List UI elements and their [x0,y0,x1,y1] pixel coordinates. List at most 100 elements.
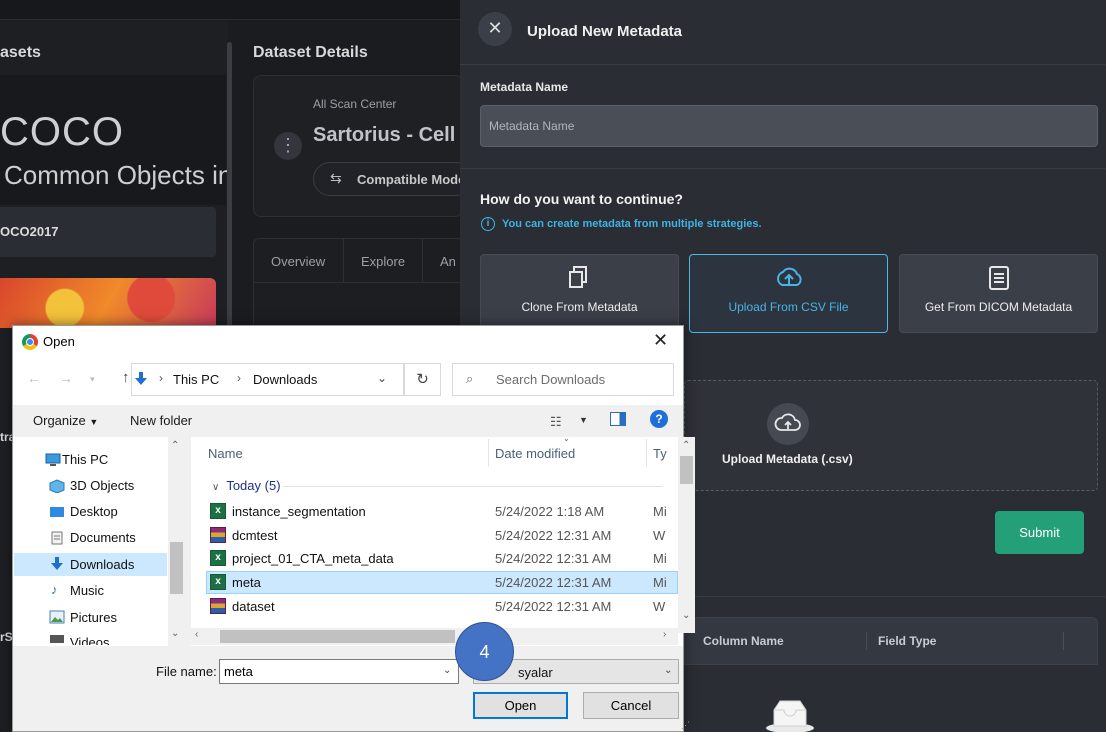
file-type-value: syalar [518,665,553,680]
cloud-upload-icon [777,267,802,286]
column-header: Field Type [878,634,937,648]
file-date: 5/24/2022 12:31 AM [495,599,612,614]
tree-item-pictures[interactable]: Pictures [70,610,117,625]
organize-button[interactable]: Organize ▼ [33,413,98,428]
scroll-down-icon[interactable]: ⌄ [682,610,690,621]
file-date: 5/24/2022 12:31 AM [495,551,612,566]
refresh-icon[interactable]: ↻ [404,363,441,396]
downloads-icon [51,557,63,570]
music-icon: ♪ [51,582,58,597]
document-icon [989,266,1009,290]
file-date: 5/24/2022 12:31 AM [495,528,612,543]
tab-divider [422,238,423,283]
file-name: project_01_CTA_meta_data [232,551,394,566]
dialog-title: Open [43,334,75,349]
copy-icon [569,266,587,288]
scroll-up-icon[interactable]: ⌃ [171,440,179,451]
group-divider [283,486,663,487]
chevron-down-icon: ▼ [89,417,99,427]
excel-icon: x [210,503,226,519]
file-type: W [653,599,666,614]
chevron-down-icon[interactable]: ⌄ [377,371,387,385]
scan-center-label: All Scan Center [313,97,397,111]
column-divider [646,439,647,467]
preview-pane-icon[interactable] [610,412,626,426]
app-top-bar [0,0,460,20]
winrar-icon [210,527,226,543]
help-icon[interactable]: ? [650,410,668,428]
open-file-dialog: Open ✕ ← → ▾ ↑ › This PC › Downloads ⌄ ↻… [12,325,695,732]
tree-item-downloads[interactable]: Downloads [70,557,134,572]
compatible-mode-label: Compatible Mode [357,172,466,187]
scroll-down-icon[interactable]: ⌄ [171,628,179,639]
hero-subtitle: Common Objects in [4,160,233,190]
tree-item-music[interactable]: Music [70,583,104,598]
tab-explore[interactable]: Explore [361,254,405,269]
file-type: W [653,528,666,543]
tree-scroll-thumb[interactable] [170,542,183,594]
tree-item-videos[interactable]: Videos [70,635,110,645]
scroll-up-icon[interactable]: ⌃ [682,440,690,451]
panel-title: Upload New Metadata [527,23,683,40]
open-button[interactable]: Open [473,692,568,719]
dataset-thumbnail[interactable] [0,278,216,328]
column-header-name[interactable]: Name [208,446,243,461]
chevron-down-icon[interactable]: ▼ [579,415,588,425]
info-text: You can create metadata from multiple st… [502,218,762,230]
up-folder-icon[interactable]: ↑ [122,369,130,386]
file-name: instance_segmentation [232,504,366,519]
forward-icon[interactable]: → [59,370,73,386]
tree-item-this-pc[interactable]: This PC [62,452,108,467]
videos-icon [50,635,64,643]
metadata-name-label: Metadata Name [480,80,569,94]
tab-annotations[interactable]: An [440,254,456,269]
info-icon: i [481,217,495,231]
tree-item-desktop[interactable]: Desktop [70,504,118,519]
cancel-button[interactable]: Cancel [583,692,679,719]
close-icon[interactable]: ✕ [478,12,512,46]
empty-inbox-icon [766,700,814,732]
file-type: Mi [653,504,667,519]
continue-heading: How do you want to continue? [480,191,683,207]
datasets-scrollbar[interactable] [227,42,232,342]
file-type: Mi [653,551,667,566]
chevron-down-icon[interactable]: ⌄ [443,665,451,676]
back-icon[interactable]: ← [27,370,41,386]
file-name-input[interactable] [219,659,459,684]
breadcrumb-separator-icon: › [237,371,241,385]
scroll-right-icon[interactable]: › [663,629,666,640]
details-title: Dataset Details [253,44,368,61]
strategy-label: Clone From Metadata [521,300,638,314]
vscroll-thumb[interactable] [680,456,693,484]
file-name: dcmtest [232,528,278,543]
strategy-label: Upload From CSV File [728,300,849,314]
recent-locations-icon[interactable]: ▾ [90,374,95,385]
csv-drop-zone[interactable] [684,380,1098,491]
hscroll-thumb[interactable] [220,630,455,643]
organize-label: Organize [33,413,86,428]
file-name: dataset [232,599,275,614]
close-icon[interactable]: ✕ [653,330,668,351]
tree-item-3d-objects[interactable]: 3D Objects [70,478,134,493]
hero-title: COCO [0,110,124,154]
dialog-title-bar [13,326,683,357]
group-header[interactable]: ∨ Today (5) [212,478,281,493]
resize-grip-icon[interactable]: ⋰ [681,720,690,731]
tree-item-documents[interactable]: Documents [70,530,136,545]
column-header-date[interactable]: Date modified [495,446,575,461]
metadata-name-input[interactable] [480,105,1098,147]
pictures-icon [49,610,65,624]
scroll-left-icon[interactable]: ‹ [195,629,198,640]
tab-overview[interactable]: Overview [271,254,325,269]
column-header-type[interactable]: Ty [653,446,667,461]
dataset-label-clipped: rS [0,630,13,644]
more-options-icon[interactable]: ⋮ [274,132,302,160]
new-folder-button[interactable]: New folder [130,413,192,428]
submit-button[interactable]: Submit [995,511,1084,554]
file-date: 5/24/2022 1:18 AM [495,504,605,519]
desktop-icon [50,507,64,517]
step-number-badge: 4 [455,622,514,681]
breadcrumb-this-pc[interactable]: This PC [173,372,219,387]
view-options-icon[interactable]: ☷ [550,414,562,430]
breadcrumb-downloads[interactable]: Downloads [253,372,317,387]
